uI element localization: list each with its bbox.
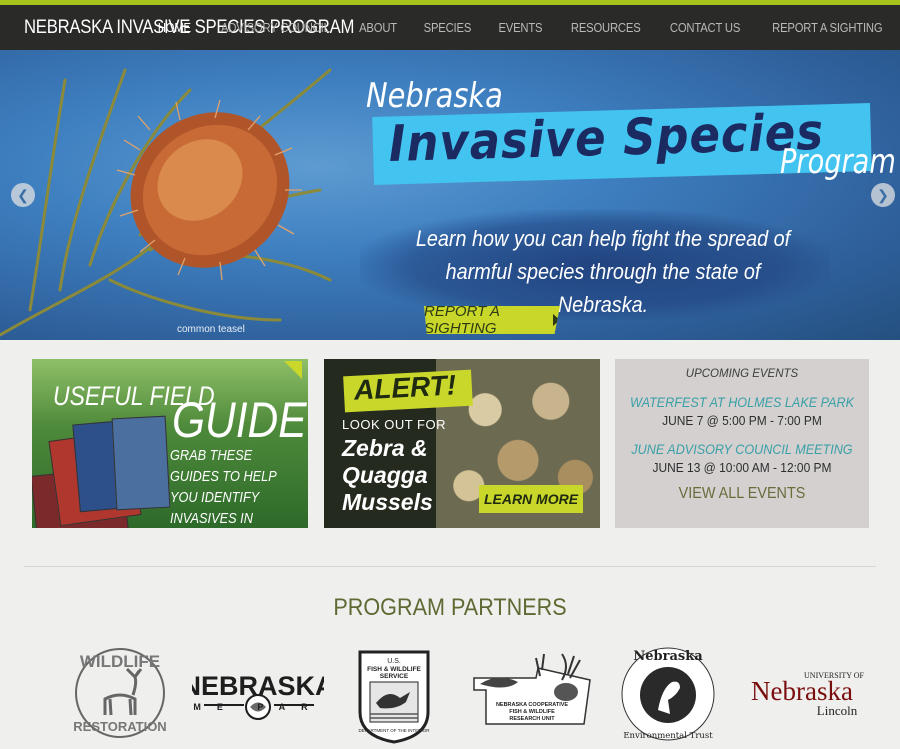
net-bottom-text: Environmental Trust [623,731,713,741]
usfws-mid-text: FISH & WILDLIFE [367,666,421,673]
hero-slider: ❮ ❯ Nebraska Invasive Species Program Le… [0,50,900,340]
unl-name-text: Nebraska [751,676,853,706]
wildlife-restoration-top-text: WILDLIFE [80,652,160,671]
alert-species-text: Zebra & Quagga Mussels [342,435,433,515]
nav-report-a-sighting[interactable]: REPORT A SIGHTING [763,21,893,35]
slider-next-button[interactable]: ❯ [871,183,895,207]
main-nav: HOME ADVISORY COUNCIL ABOUT SPECIES EVEN… [145,5,900,50]
hero-title-nebraska: Nebraska [366,76,503,116]
nebraska-coop-research-unit-logo[interactable]: NEBRASKA COOPERATIVE FISH & WILDLIFE RES… [466,650,596,730]
nav-advisory-council[interactable]: ADVISORY COUNCIL [211,21,339,35]
image-caption: common teasel [177,324,245,335]
hero-title-invasive-species: Invasive Species [388,102,825,173]
wildlife-restoration-logo[interactable]: WILDLIFE RESTORATION [65,643,175,743]
nav-contact-us[interactable]: CONTACT US [660,21,750,35]
nebraska-game-parks-logo[interactable]: NEBRASKA GAME PARKS [192,662,324,724]
section-divider [24,566,876,567]
nav-events[interactable]: EVENTS [489,21,553,35]
nav-resources[interactable]: RESOURCES [561,21,650,35]
event-date: JUNE 7 @ 5:00 PM - 7:00 PM [662,413,822,428]
events-panel-title: UPCOMING EVENTS [685,368,799,380]
field-guides-promo[interactable]: USEFUL FIELD GUIDES GRAB THESE GUIDES TO… [32,359,308,528]
usfws-ring-text: DEPARTMENT OF THE INTERIOR [359,728,431,733]
view-all-events-link[interactable]: VIEW ALL EVENTS [628,485,857,503]
report-sighting-label: REPORT A SIGHTING [424,303,500,337]
mussel-alert-promo[interactable]: ALERT! LOOK OUT FOR Zebra & Quagga Musse… [324,359,600,528]
slider-prev-button[interactable]: ❮ [11,183,35,207]
usfws-logo[interactable]: U.S. FISH & WILDLIFE SERVICE DEPARTMENT … [356,648,432,744]
game-parks-sub: GAME PARKS [192,702,324,712]
learn-more-button[interactable]: LEARN MORE [479,485,583,513]
unl-city-text: Lincoln [817,703,858,718]
corner-flag-icon [284,361,302,379]
site-header: NEBRASKA INVASIVE SPECIES PROGRAM HOME A… [0,5,900,50]
event-title-link[interactable]: JUNE ADVISORY COUNCIL MEETING [628,441,857,457]
guides-description: GRAB THESE GUIDES TO HELP YOU IDENTIFY I… [170,447,277,527]
coop-line-3: RESEARCH UNIT [509,716,555,722]
coop-line-1: NEBRASKA COOPERATIVE [496,702,568,708]
net-top-text: Nebraska [633,649,703,664]
guides-heading-large: GUIDES [172,392,308,448]
guide-booklet-image [111,415,171,511]
chevron-right-icon: ❯ [877,186,889,203]
chevron-left-icon: ❮ [17,186,29,203]
coop-line-2: FISH & WILDLIFE [509,709,555,715]
alert-lookout-text: LOOK OUT FOR [342,417,446,432]
event-title-link[interactable]: WATERFEST AT HOLMES LAKE PARK [628,394,857,410]
usfws-bot-text: SERVICE [380,673,409,680]
nebraska-environmental-trust-logo[interactable]: Nebraska Environmental Trust [618,644,718,746]
partners-heading: PROGRAM PARTNERS [333,594,567,621]
hero-title-program: Program [780,142,896,182]
alert-badge: ALERT! [353,369,457,406]
nav-home[interactable]: HOME [148,21,201,35]
teasel-image [0,68,332,337]
wildlife-restoration-bottom-text: RESTORATION [73,719,166,734]
nav-about[interactable]: ABOUT [349,21,407,35]
nav-species[interactable]: SPECIES [414,21,481,35]
report-sighting-button[interactable]: REPORT A SIGHTING [424,306,560,334]
usfws-top-text: U.S. [387,658,401,665]
university-of-nebraska-lincoln-logo[interactable]: UNIVERSITY OF Nebraska Lincoln [742,668,866,720]
upcoming-events-panel: UPCOMING EVENTS WATERFEST AT HOLMES LAKE… [615,359,869,528]
event-date: JUNE 13 @ 10:00 AM - 12:00 PM [652,460,832,475]
